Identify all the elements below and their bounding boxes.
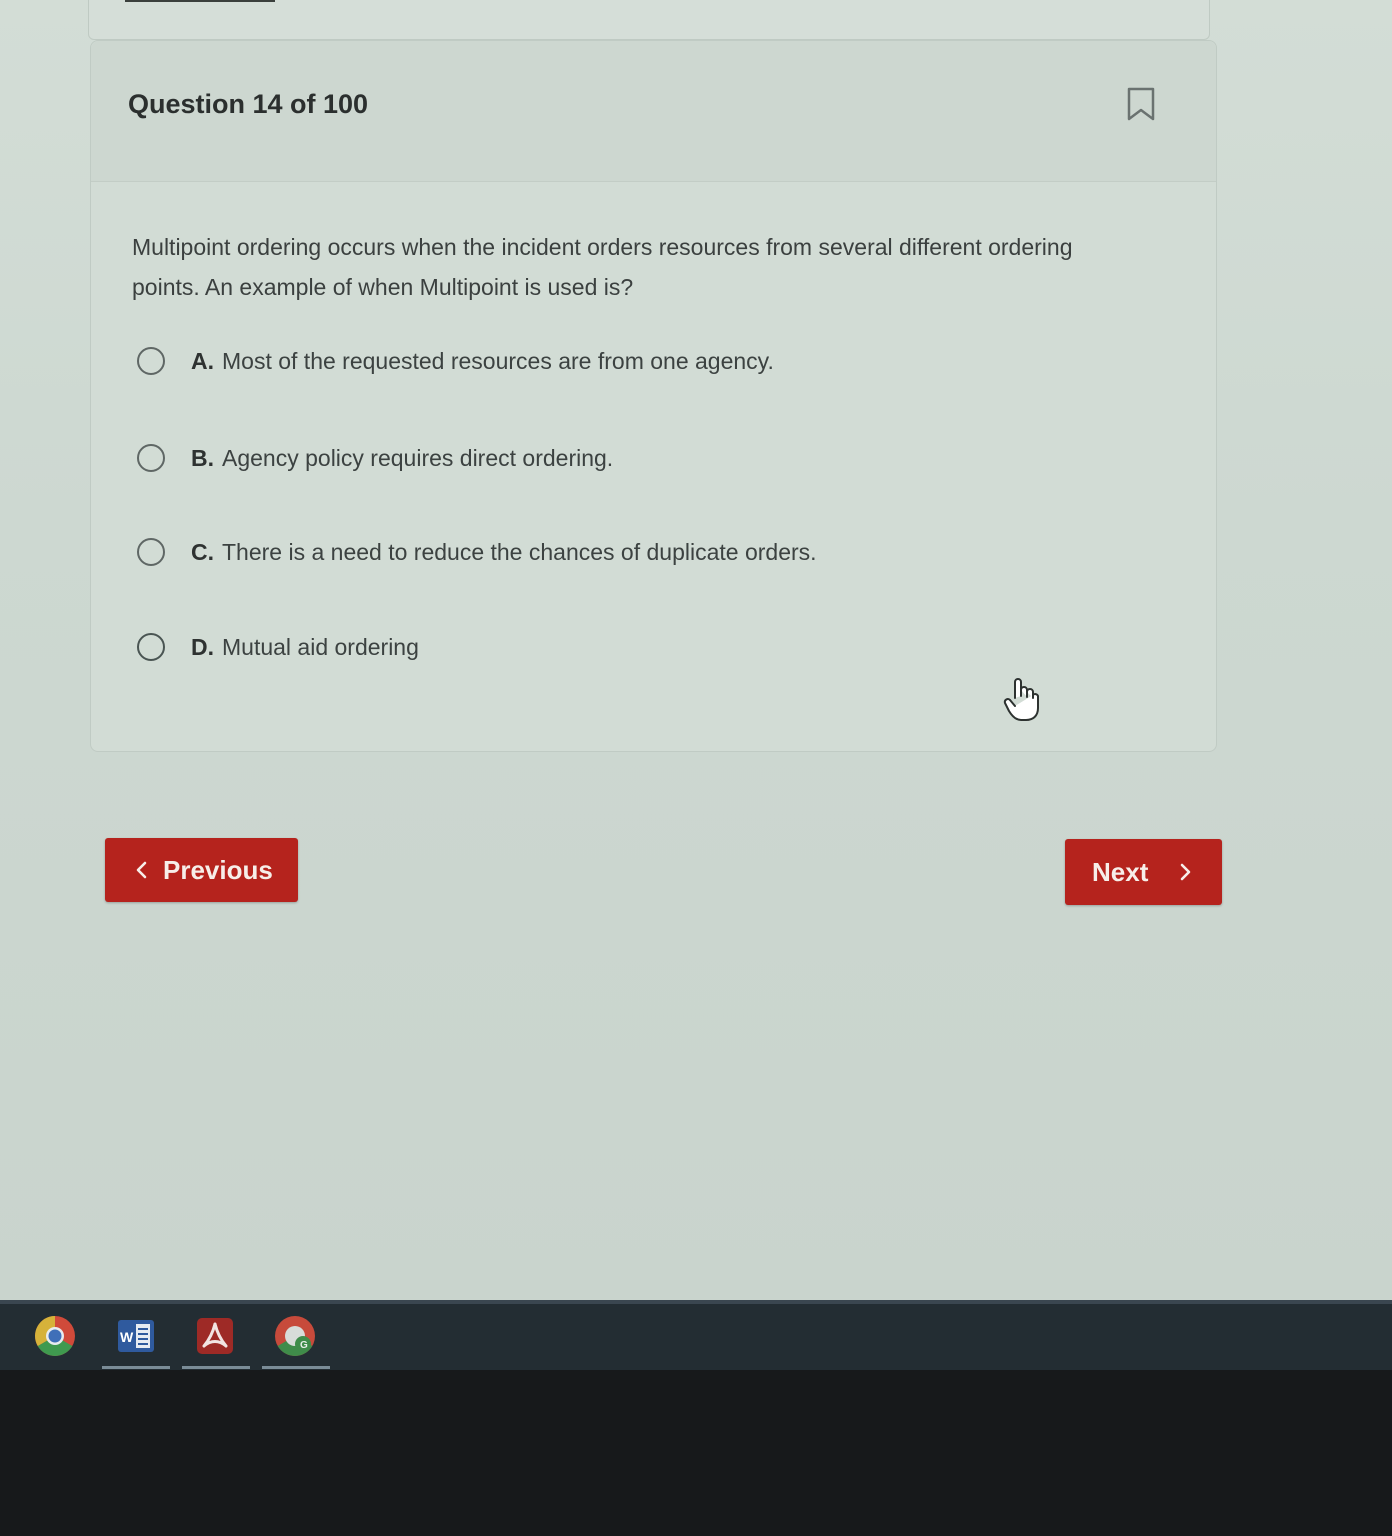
taskbar: W G [0, 1300, 1392, 1374]
question-text: Multipoint ordering occurs when the inci… [132, 234, 1073, 300]
option-d[interactable]: D. Mutual aid ordering [137, 627, 419, 667]
word-icon[interactable]: W [114, 1314, 158, 1358]
option-text: There is a need to reduce the chances of… [222, 538, 817, 565]
svg-text:W: W [120, 1329, 134, 1345]
radio-button-c[interactable] [137, 538, 165, 566]
option-letter: A. [191, 347, 214, 374]
question-header: Question 14 of 100 [91, 41, 1216, 182]
option-letter: C. [191, 538, 214, 565]
option-c[interactable]: C. There is a need to reduce the chances… [137, 532, 817, 572]
chevron-left-icon [136, 861, 147, 879]
question-card: Question 14 of 100 Multipoint ordering o… [90, 40, 1217, 752]
progress-accent [125, 0, 275, 2]
option-b[interactable]: B. Agency policy requires direct orderin… [137, 438, 613, 478]
previous-button[interactable]: Previous [105, 838, 298, 902]
option-text: Most of the requested resources are from… [222, 347, 774, 374]
option-letter: D. [191, 633, 214, 660]
radio-button-a[interactable] [137, 347, 165, 375]
next-button[interactable]: Next [1065, 839, 1222, 905]
monitor-bezel [0, 1370, 1392, 1536]
hand-cursor-icon [1003, 678, 1039, 721]
option-letter: B. [191, 444, 214, 471]
chrome-icon[interactable] [33, 1314, 77, 1358]
option-text: Mutual aid ordering [222, 633, 419, 660]
option-text: Agency policy requires direct ordering. [222, 444, 614, 471]
word-active-indicator [102, 1366, 170, 1369]
chevron-right-icon [1181, 863, 1191, 881]
classroom-icon[interactable]: G [273, 1314, 317, 1358]
classroom-active-indicator [262, 1366, 330, 1369]
bookmark-icon[interactable] [1126, 86, 1156, 122]
app-screen: Question 14 of 100 Multipoint ordering o… [0, 0, 1392, 1300]
previous-label: Previous [163, 854, 273, 885]
acrobat-icon[interactable] [193, 1314, 237, 1358]
previous-question-card [88, 0, 1210, 40]
radio-button-d[interactable] [137, 633, 165, 661]
question-count: Question 14 of 100 [128, 89, 369, 119]
acrobat-active-indicator [182, 1366, 250, 1369]
option-a[interactable]: A. Most of the requested resources are f… [137, 341, 774, 381]
radio-button-b[interactable] [137, 444, 165, 472]
svg-text:G: G [300, 1340, 308, 1351]
next-label: Next [1092, 856, 1149, 887]
